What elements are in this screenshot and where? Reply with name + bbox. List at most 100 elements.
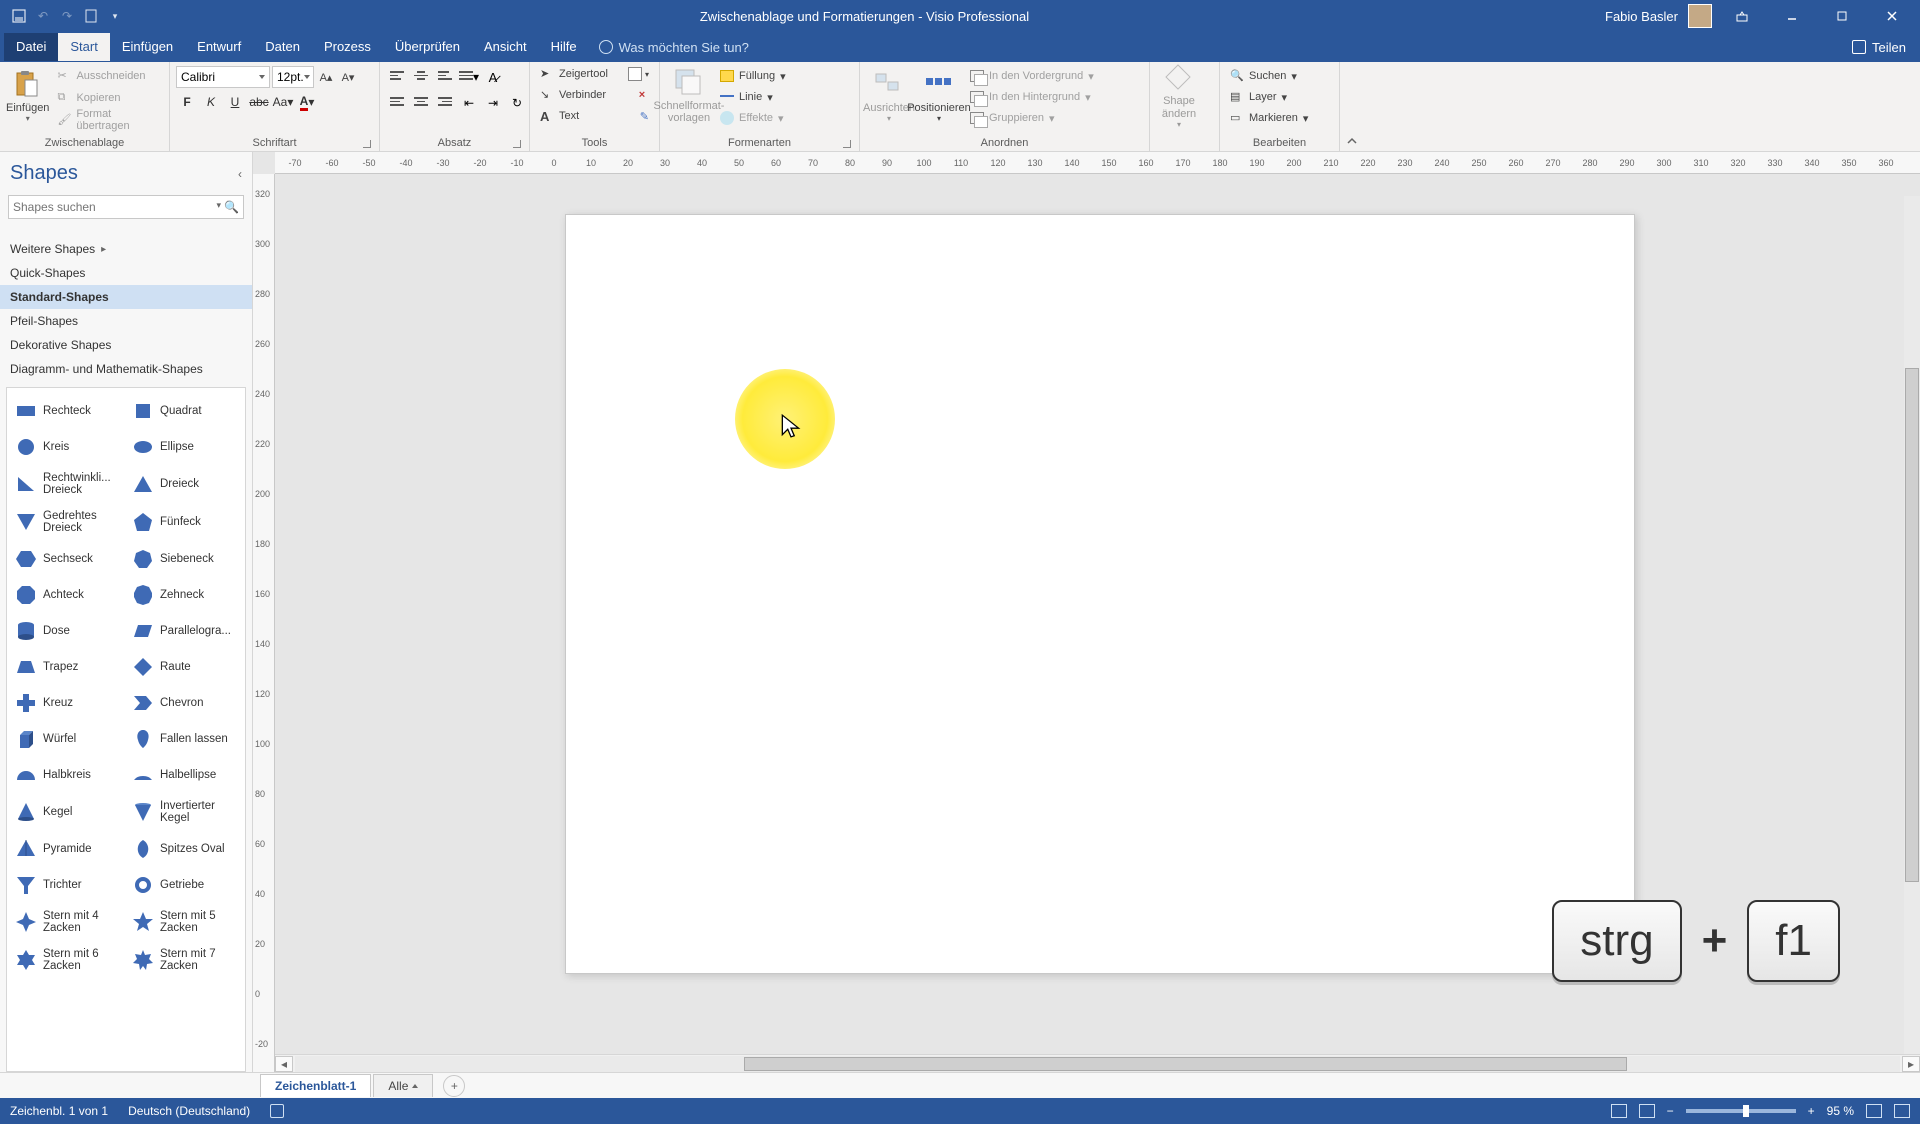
cat-quick-shapes[interactable]: Quick-Shapes [0, 261, 252, 285]
dialog-launcher-icon[interactable] [363, 140, 371, 148]
shape-item-gedreht[interactable]: Gedrehtes Dreieck [11, 504, 124, 540]
shape-item-parallelo[interactable]: Parallelogra... [128, 614, 241, 648]
shape-item-stern6[interactable]: Stern mit 6 Zacken [11, 942, 124, 978]
fit-page-icon[interactable] [1866, 1104, 1882, 1118]
format-painter-button[interactable]: 🖌Format übertragen [53, 110, 163, 130]
scroll-track[interactable] [295, 1056, 1900, 1072]
shape-item-dose[interactable]: Dose [11, 614, 124, 648]
drawing-viewport[interactable]: strg + f1 ◂ ▸ [275, 174, 1920, 1072]
increase-indent-button[interactable]: ⇥ [482, 92, 504, 114]
cat-diagramm-shapes[interactable]: Diagramm- und Mathematik-Shapes [0, 357, 252, 381]
dialog-launcher-icon[interactable] [513, 140, 521, 148]
connection-point-icon[interactable]: × [635, 88, 649, 102]
scroll-thumb[interactable] [744, 1057, 1627, 1071]
underline-button[interactable]: U [224, 92, 246, 112]
save-icon[interactable] [10, 7, 28, 25]
tab-einfuegen[interactable]: Einfügen [110, 33, 185, 61]
align-bottom-button[interactable] [434, 66, 456, 88]
rectangle-tool-icon[interactable] [628, 67, 642, 81]
cat-standard-shapes[interactable]: Standard-Shapes [0, 285, 252, 309]
shape-item-fallen[interactable]: Fallen lassen [128, 722, 241, 756]
shape-item-invkegel[interactable]: Invertierter Kegel [128, 794, 241, 830]
shapes-search-input[interactable] [13, 200, 183, 214]
shape-item-rechteck[interactable]: Rechteck [11, 394, 124, 428]
align-left-button[interactable] [386, 92, 408, 114]
page-tab-all[interactable]: Alle [373, 1074, 433, 1097]
shape-item-ellipse[interactable]: Ellipse [128, 430, 241, 464]
text-tool-button[interactable]: AText✎ [536, 106, 653, 126]
connector-tool-button[interactable]: ↘Verbinder× [536, 85, 653, 105]
new-icon[interactable] [82, 7, 100, 25]
user-avatar[interactable] [1688, 4, 1712, 28]
zoom-level[interactable]: 95 % [1827, 1104, 1854, 1118]
align-top-button[interactable] [386, 66, 408, 88]
shape-item-achteck[interactable]: Achteck [11, 578, 124, 612]
macro-record-icon[interactable] [270, 1104, 284, 1118]
ink-icon[interactable]: ✎ [640, 110, 649, 123]
layer-button[interactable]: ▤Layer ▾ [1226, 87, 1312, 107]
shape-item-zehneck[interactable]: Zehneck [128, 578, 241, 612]
shape-item-halbkreis[interactable]: Halbkreis [11, 758, 124, 792]
cat-more-shapes[interactable]: Weitere Shapes▸ [0, 237, 252, 261]
tab-datei[interactable]: Datei [4, 33, 58, 61]
search-go-icon[interactable]: 🔍 [224, 200, 239, 214]
tab-prozess[interactable]: Prozess [312, 33, 383, 61]
shape-item-trapez[interactable]: Trapez [11, 650, 124, 684]
user-name[interactable]: Fabio Basler [1605, 9, 1678, 24]
minimize-button[interactable] [1772, 0, 1812, 32]
pointer-tool-button[interactable]: ➤Zeigertool▾ [536, 64, 653, 84]
share-button[interactable]: Teilen [1852, 40, 1906, 55]
change-shape-button[interactable]: Shape ändern▾ [1156, 64, 1202, 128]
shape-item-halbellipse[interactable]: Halbellipse [128, 758, 241, 792]
undo-icon[interactable]: ↶ [34, 7, 52, 25]
pan-zoom-icon[interactable] [1894, 1104, 1910, 1118]
maximize-button[interactable] [1822, 0, 1862, 32]
rotate-text-button[interactable]: ↻ [506, 92, 528, 114]
find-button[interactable]: 🔍Suchen ▾ [1226, 66, 1312, 86]
align-button[interactable]: Ausrichten▾ [866, 64, 912, 128]
shape-item-kreuz[interactable]: Kreuz [11, 686, 124, 720]
scroll-left-button[interactable]: ◂ [275, 1056, 293, 1072]
tell-me-search[interactable]: Was möchten Sie tun? [599, 40, 749, 55]
language-label[interactable]: Deutsch (Deutschland) [128, 1104, 250, 1118]
shape-item-sechseck[interactable]: Sechseck [11, 542, 124, 576]
shape-item-rechtwdreieck[interactable]: Rechtwinkli... Dreieck [11, 466, 124, 502]
font-size-select[interactable]: 12pt. [272, 66, 314, 88]
shape-item-spitzoval[interactable]: Spitzes Oval [128, 832, 241, 866]
tab-start[interactable]: Start [58, 33, 109, 61]
shape-item-dreieck[interactable]: Dreieck [128, 466, 241, 502]
collapse-pane-button[interactable]: ‹ [238, 167, 242, 181]
page-width-icon[interactable] [1639, 1104, 1655, 1118]
fill-button[interactable]: Füllung ▾ [716, 66, 790, 86]
tab-ueberpruefen[interactable]: Überprüfen [383, 33, 472, 61]
tab-entwurf[interactable]: Entwurf [185, 33, 253, 61]
search-dropdown-icon[interactable]: ▾ [217, 200, 222, 214]
ribbon-display-icon[interactable] [1722, 0, 1762, 32]
bold-button[interactable]: F [176, 92, 198, 112]
quick-styles-button[interactable]: Schnellformat-vorlagen [666, 64, 712, 128]
shape-item-fuenfeck[interactable]: Fünfeck [128, 504, 241, 540]
close-button[interactable] [1872, 0, 1912, 32]
scroll-thumb[interactable] [1905, 368, 1919, 883]
page-tab-1[interactable]: Zeichenblatt-1 [260, 1074, 371, 1097]
shape-item-chevron[interactable]: Chevron [128, 686, 241, 720]
strikethrough-button[interactable]: abc [248, 92, 270, 112]
position-button[interactable]: Positionieren▾ [916, 64, 962, 128]
shape-item-raute[interactable]: Raute [128, 650, 241, 684]
shape-item-siebeneck[interactable]: Siebeneck [128, 542, 241, 576]
vertical-scrollbar[interactable] [1904, 196, 1920, 1054]
cut-button[interactable]: ✂Ausschneiden [53, 66, 163, 86]
zoom-handle[interactable] [1743, 1105, 1749, 1117]
shape-item-kegel[interactable]: Kegel [11, 794, 124, 830]
tab-ansicht[interactable]: Ansicht [472, 33, 539, 61]
shape-item-stern5[interactable]: Stern mit 5 Zacken [128, 904, 241, 940]
dialog-launcher-icon[interactable] [843, 140, 851, 148]
send-back-button[interactable]: In den Hintergrund ▾ [966, 87, 1098, 107]
group-button[interactable]: Gruppieren ▾ [966, 108, 1098, 128]
font-select[interactable]: Calibri [176, 66, 270, 88]
zoom-slider[interactable] [1686, 1109, 1796, 1113]
italic-button[interactable]: K [200, 92, 222, 112]
cat-dekorative-shapes[interactable]: Dekorative Shapes [0, 333, 252, 357]
align-center-button[interactable] [410, 92, 432, 114]
tab-hilfe[interactable]: Hilfe [539, 33, 589, 61]
